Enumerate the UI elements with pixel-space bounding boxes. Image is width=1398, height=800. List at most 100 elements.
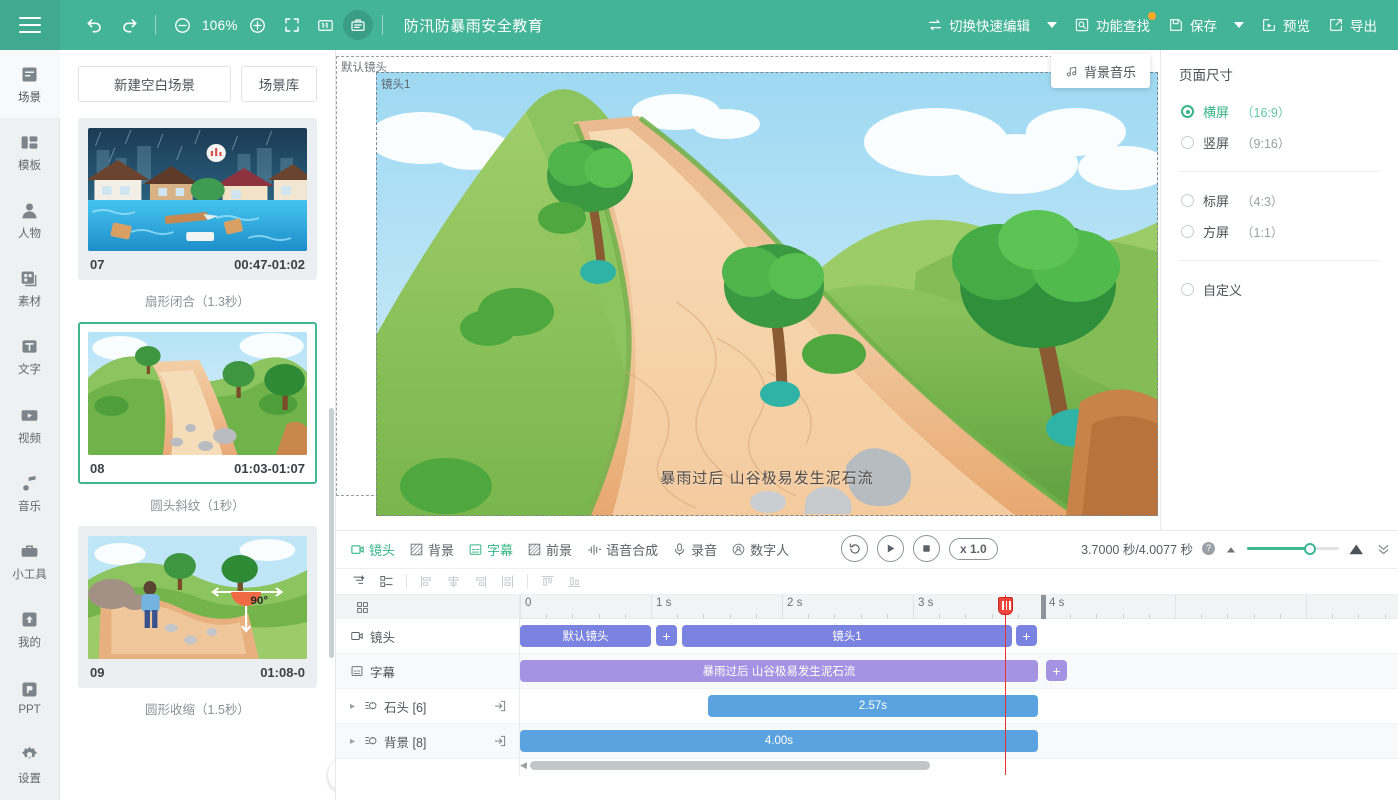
radio-square[interactable] <box>1181 225 1194 238</box>
fullscreen-button[interactable] <box>275 8 309 42</box>
scene-transition-08[interactable]: 圆头斜纹（1秒） <box>78 484 317 526</box>
add-camera-clip-button-1[interactable]: + <box>656 625 677 646</box>
track-label-camera[interactable]: 镜头 <box>336 619 519 654</box>
timeline-tool-subtitle[interactable]: 字幕 <box>468 540 513 559</box>
background-music-button[interactable]: 背景音乐 <box>1050 54 1150 88</box>
timeline-scroll-thumb[interactable] <box>529 760 930 770</box>
scene-transition-07[interactable]: 扇形闭合（1.3秒） <box>78 280 317 322</box>
clip-rock-group[interactable]: 2.57s <box>708 695 1038 717</box>
zoom-small-icon[interactable] <box>1224 544 1238 554</box>
page-size-option-custom[interactable]: 自定义 <box>1179 274 1380 305</box>
radio-standard[interactable] <box>1181 194 1194 207</box>
track-group-icon[interactable] <box>379 574 394 589</box>
track-label-rock-group[interactable]: ▸ 石头 [6] <box>336 689 519 724</box>
sidebar-label-video: 视频 <box>18 432 41 445</box>
timeline-ruler[interactable]: 0 1 s 2 s 3 s 4 s <box>520 595 1398 619</box>
camera-1-frame[interactable]: 镜头1 <box>376 72 1158 516</box>
clip-camera-1[interactable]: 镜头1 <box>682 625 1012 647</box>
ruler-tick <box>677 614 679 618</box>
undo-button[interactable] <box>78 8 112 42</box>
sidebar-item-tools[interactable]: 小工具 <box>0 527 60 595</box>
feature-search-button[interactable]: 功能查找 <box>1065 8 1159 42</box>
track-lane-camera[interactable]: 默认镜头 + 镜头1 + <box>520 619 1398 654</box>
track-lane-subtitle[interactable]: 暴雨过后 山谷极易发生泥石流 + <box>520 654 1398 689</box>
playback-speed-button[interactable]: x 1.0 <box>949 537 998 560</box>
stop-button[interactable] <box>913 535 940 562</box>
scene-panel-scrollbar[interactable] <box>329 408 334 658</box>
new-blank-scene-button[interactable]: 新建空白场景 <box>78 66 231 102</box>
radio-landscape[interactable] <box>1181 105 1194 118</box>
track-label-subtitle[interactable]: 字幕 <box>336 654 519 689</box>
sidebar-item-character[interactable]: 人物 <box>0 186 60 254</box>
play-button[interactable] <box>877 535 904 562</box>
clip-background-group[interactable]: 4.00s <box>520 730 1038 752</box>
track-lane-rock-group[interactable]: 2.57s <box>520 689 1398 724</box>
timeline-tool-foreground[interactable]: 前景 <box>527 540 572 559</box>
playhead[interactable] <box>998 595 1013 775</box>
save-dropdown-caret[interactable] <box>1234 22 1244 28</box>
scene-library-button[interactable]: 场景库 <box>241 66 317 102</box>
sidebar-item-mine[interactable]: 我的 <box>0 596 60 664</box>
expand-chevron-background[interactable]: ▸ <box>350 736 358 747</box>
playhead-handle[interactable] <box>998 597 1013 615</box>
sidebar-item-text[interactable]: 文字 <box>0 323 60 391</box>
track-lane-background-group[interactable]: 4.00s <box>520 724 1398 759</box>
scene-card-09[interactable]: 90° 09 01:08-0 <box>78 526 317 688</box>
page-size-option-landscape[interactable]: 横屏 （16:9） <box>1179 96 1380 127</box>
sidebar-item-ppt[interactable]: PPT <box>0 664 60 732</box>
sidebar-item-material[interactable]: 素材 <box>0 255 60 323</box>
save-button[interactable]: 保存 <box>1159 8 1226 42</box>
clip-default-camera[interactable]: 默认镜头 <box>520 625 651 647</box>
scroll-to-top-button[interactable] <box>328 758 335 792</box>
help-icon[interactable]: ? <box>1202 542 1215 555</box>
page-size-option-portrait[interactable]: 竖屏 （9:16） <box>1179 127 1380 158</box>
timeline-tool-camera[interactable]: 镜头 <box>350 540 395 559</box>
enter-group-icon-background[interactable] <box>493 734 507 748</box>
add-subtitle-clip-button[interactable]: + <box>1046 660 1067 681</box>
zoom-in-button[interactable] <box>241 8 275 42</box>
timeline-end-marker[interactable] <box>1041 595 1046 619</box>
storyboard-button[interactable] <box>342 10 373 40</box>
add-camera-clip-button-2[interactable]: + <box>1016 625 1037 646</box>
scene-card-08[interactable]: 08 01:03-01:07 <box>78 322 317 484</box>
timeline-zoom-slider[interactable] <box>1247 542 1339 556</box>
preview-icon <box>1261 17 1277 33</box>
actual-size-button[interactable] <box>309 8 343 42</box>
radio-custom[interactable] <box>1181 283 1194 296</box>
zoom-large-icon[interactable] <box>1348 543 1366 555</box>
preview-button[interactable]: 预览 <box>1252 8 1319 42</box>
clip-subtitle[interactable]: 暴雨过后 山谷极易发生泥石流 <box>520 660 1038 682</box>
timeline-horizontal-scrollbar[interactable]: ◀ <box>520 760 1390 770</box>
zoom-slider-knob[interactable] <box>1304 542 1317 555</box>
timeline-tool-digital-human[interactable]: 数字人 <box>731 540 789 559</box>
sidebar-item-music[interactable]: 音乐 <box>0 459 60 527</box>
switch-quick-edit-button[interactable]: 切换快速编辑 <box>918 8 1039 42</box>
double-chevron-down-icon[interactable] <box>1375 540 1392 557</box>
zoom-out-button[interactable] <box>165 8 199 42</box>
sidebar-item-settings[interactable]: 设置 <box>0 732 60 800</box>
export-button[interactable]: 导出 <box>1319 8 1386 42</box>
hamburger-menu-button[interactable] <box>0 0 60 50</box>
page-size-option-square[interactable]: 方屏 （1:1） <box>1179 216 1380 247</box>
tracks-overview-icon[interactable] <box>356 601 369 614</box>
track-label-background-group[interactable]: ▸ 背景 [8] <box>336 724 519 759</box>
sidebar-item-video[interactable]: 视频 <box>0 391 60 459</box>
sidebar-item-scene[interactable]: 场景 <box>0 50 60 119</box>
timeline-tool-record[interactable]: 录音 <box>672 540 717 559</box>
radio-portrait[interactable] <box>1181 136 1194 149</box>
scene-transition-09[interactable]: 圆形收缩（1.5秒） <box>78 688 317 730</box>
sidebar-item-template[interactable]: 模板 <box>0 118 60 186</box>
scene-card-07[interactable]: 07 00:47-01:02 <box>78 118 317 280</box>
expand-chevron-rock[interactable]: ▸ <box>350 701 358 712</box>
timeline-tool-background[interactable]: 背景 <box>409 540 454 559</box>
filter-icon[interactable] <box>352 574 367 589</box>
enter-group-icon-rock[interactable] <box>493 699 507 713</box>
quick-edit-dropdown-caret[interactable] <box>1047 22 1057 28</box>
timeline-tool-tts[interactable]: 语音合成 <box>586 540 658 559</box>
sidebar-label-material: 素材 <box>18 296 41 309</box>
replay-button[interactable] <box>841 535 868 562</box>
page-size-option-standard[interactable]: 标屏 （4:3） <box>1179 185 1380 216</box>
camera-track-icon <box>350 629 364 643</box>
redo-button[interactable] <box>112 8 146 42</box>
scroll-left-arrow-icon[interactable]: ◀ <box>520 760 527 771</box>
